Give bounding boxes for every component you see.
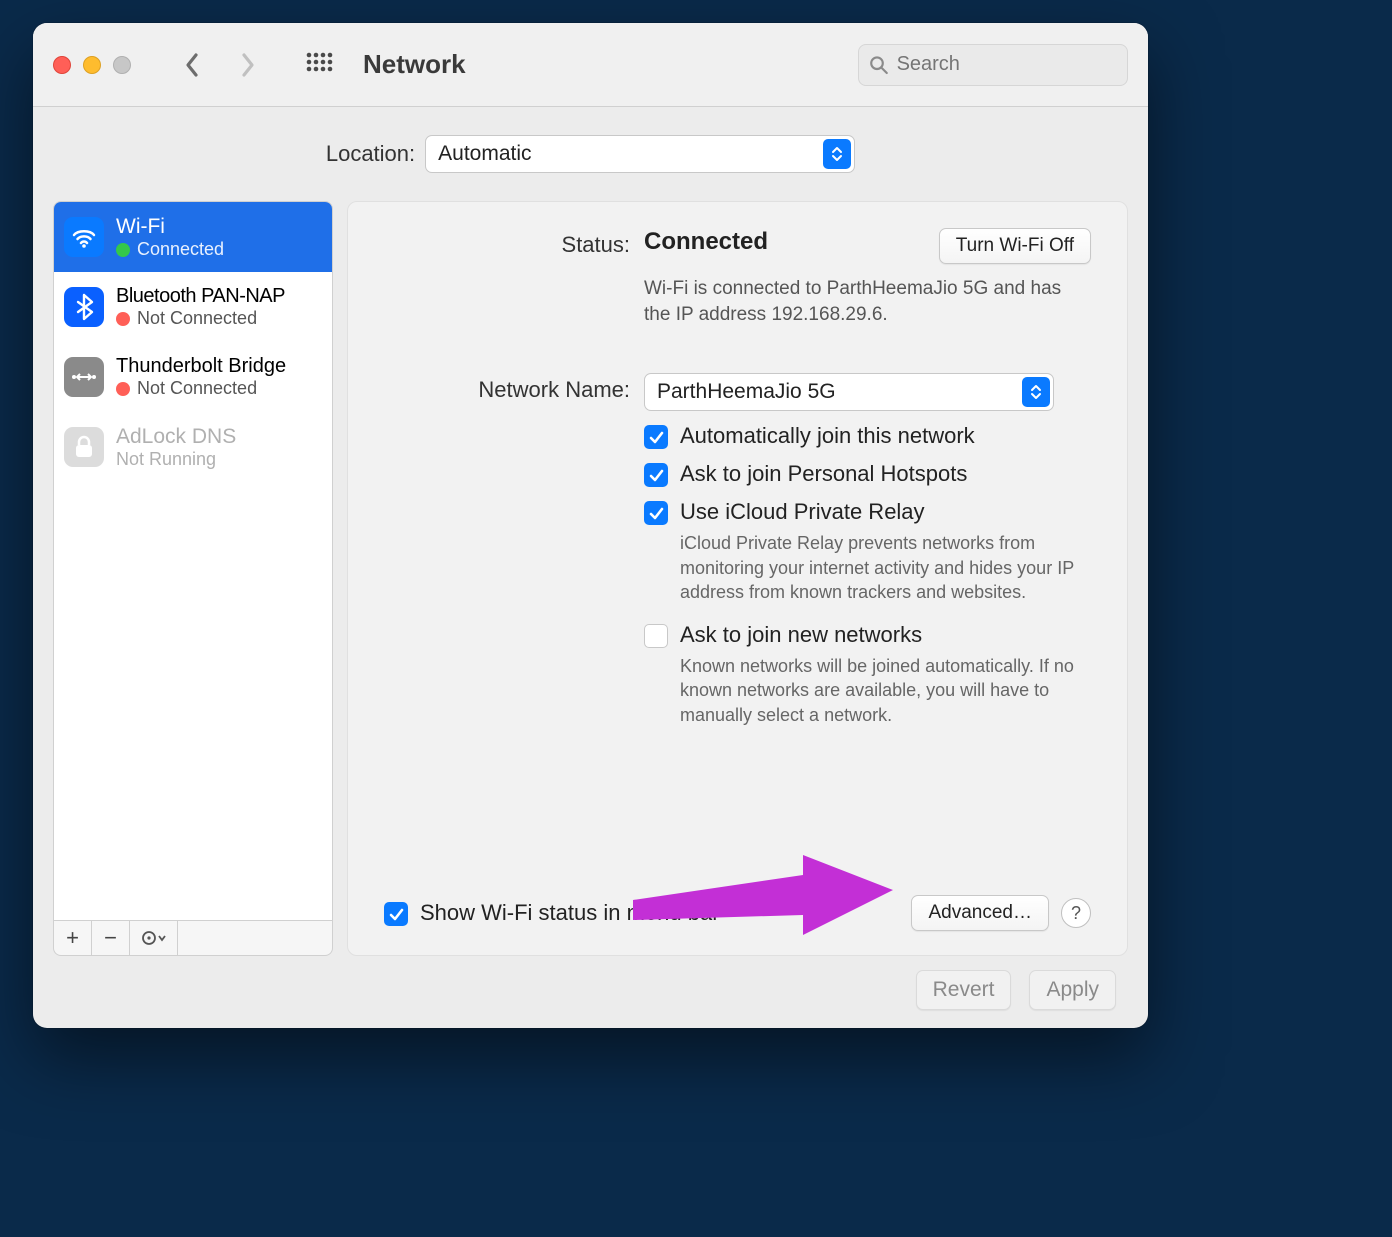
show-all-button[interactable] [299,45,339,85]
location-row: Location: Automatic [53,135,1128,173]
status-dot-icon [116,312,130,326]
grid-icon [305,51,333,79]
service-status: Not Connected [137,308,257,330]
back-button[interactable] [171,44,213,86]
service-status: Not Running [116,449,216,471]
content-area: Location: Automatic Wi-Fi [33,107,1148,1028]
revert-button[interactable]: Revert [916,970,1012,1010]
service-status: Connected [137,239,224,261]
location-select[interactable]: Automatic [425,135,855,173]
service-name: AdLock DNS [116,424,236,449]
footer-buttons: Revert Apply [53,956,1128,1010]
minimize-window-button[interactable] [83,56,101,74]
search-field[interactable] [858,44,1128,86]
wifi-toggle-button[interactable]: Turn Wi-Fi Off [939,228,1091,264]
service-list-toolbar: + − [53,921,333,956]
titlebar: Network [33,23,1148,107]
wifi-icon [64,217,104,257]
private-relay-option[interactable]: Use iCloud Private Relay [644,499,1091,525]
status-label: Status: [384,228,630,264]
ask-new-label: Ask to join new networks [680,622,922,648]
checkbox-checked-icon[interactable] [384,902,408,926]
service-list[interactable]: Wi-Fi Connected Bluetooth PAN-NAP Not Co… [53,201,333,921]
ask-new-networks-option[interactable]: Ask to join new networks [644,622,1091,648]
location-value: Automatic [438,142,531,166]
service-thunderbolt-bridge[interactable]: Thunderbolt Bridge Not Connected [54,342,332,412]
advanced-button[interactable]: Advanced… [911,895,1049,931]
checkbox-checked-icon[interactable] [644,463,668,487]
forward-button[interactable] [227,44,269,86]
add-service-button[interactable]: + [54,921,92,955]
network-name-label: Network Name: [384,373,630,727]
preferences-window: Network Location: Automatic [33,23,1148,1028]
bluetooth-icon [64,287,104,327]
select-stepper-icon [1022,377,1050,407]
service-adlock-dns[interactable]: AdLock DNS Not Running [54,412,332,482]
auto-join-option[interactable]: Automatically join this network [644,423,1091,449]
show-menubar-option[interactable]: Show Wi-Fi status in menu bar [384,900,720,926]
thunderbolt-bridge-icon [64,357,104,397]
network-name-value: ParthHeemaJio 5G [657,380,836,404]
service-name: Wi-Fi [116,214,224,239]
action-menu-icon [140,929,168,947]
service-name: Thunderbolt Bridge [116,354,286,378]
service-name: Bluetooth PAN-NAP [116,284,285,308]
apply-button[interactable]: Apply [1029,970,1116,1010]
select-stepper-icon [823,139,851,169]
service-actions-menu[interactable] [130,921,178,955]
network-name-select[interactable]: ParthHeemaJio 5G [644,373,1054,411]
checkbox-unchecked-icon[interactable] [644,624,668,648]
zoom-window-button[interactable] [113,56,131,74]
status-dot-icon [116,243,130,257]
service-bluetooth-pan[interactable]: Bluetooth PAN-NAP Not Connected [54,272,332,342]
checkbox-checked-icon[interactable] [644,501,668,525]
page-title: Network [363,49,466,80]
location-label: Location: [326,141,415,167]
chevron-left-icon [182,51,202,79]
traffic-lights [53,56,131,74]
close-window-button[interactable] [53,56,71,74]
auto-join-label: Automatically join this network [680,423,975,449]
detail-pane: Status: Connected Turn Wi-Fi Off Wi-Fi i… [347,201,1128,956]
lock-icon [64,427,104,467]
remove-service-button[interactable]: − [92,921,130,955]
service-status: Not Connected [137,378,257,400]
status-value: Connected [644,228,768,256]
ask-hotspot-option[interactable]: Ask to join Personal Hotspots [644,461,1091,487]
search-icon [869,54,889,76]
status-description: Wi-Fi is connected to ParthHeemaJio 5G a… [644,276,1064,327]
checkbox-checked-icon[interactable] [644,425,668,449]
status-dot-icon [116,382,130,396]
private-relay-description: iCloud Private Relay prevents networks f… [680,531,1080,604]
services-sidebar: Wi-Fi Connected Bluetooth PAN-NAP Not Co… [53,201,333,956]
service-wifi[interactable]: Wi-Fi Connected [54,202,332,272]
help-button[interactable]: ? [1061,898,1091,928]
ask-hotspot-label: Ask to join Personal Hotspots [680,461,967,487]
ask-new-description: Known networks will be joined automatica… [680,654,1080,727]
show-menubar-label: Show Wi-Fi status in menu bar [420,900,720,926]
chevron-right-icon [238,51,258,79]
private-relay-label: Use iCloud Private Relay [680,499,925,525]
search-input[interactable] [897,53,1117,76]
